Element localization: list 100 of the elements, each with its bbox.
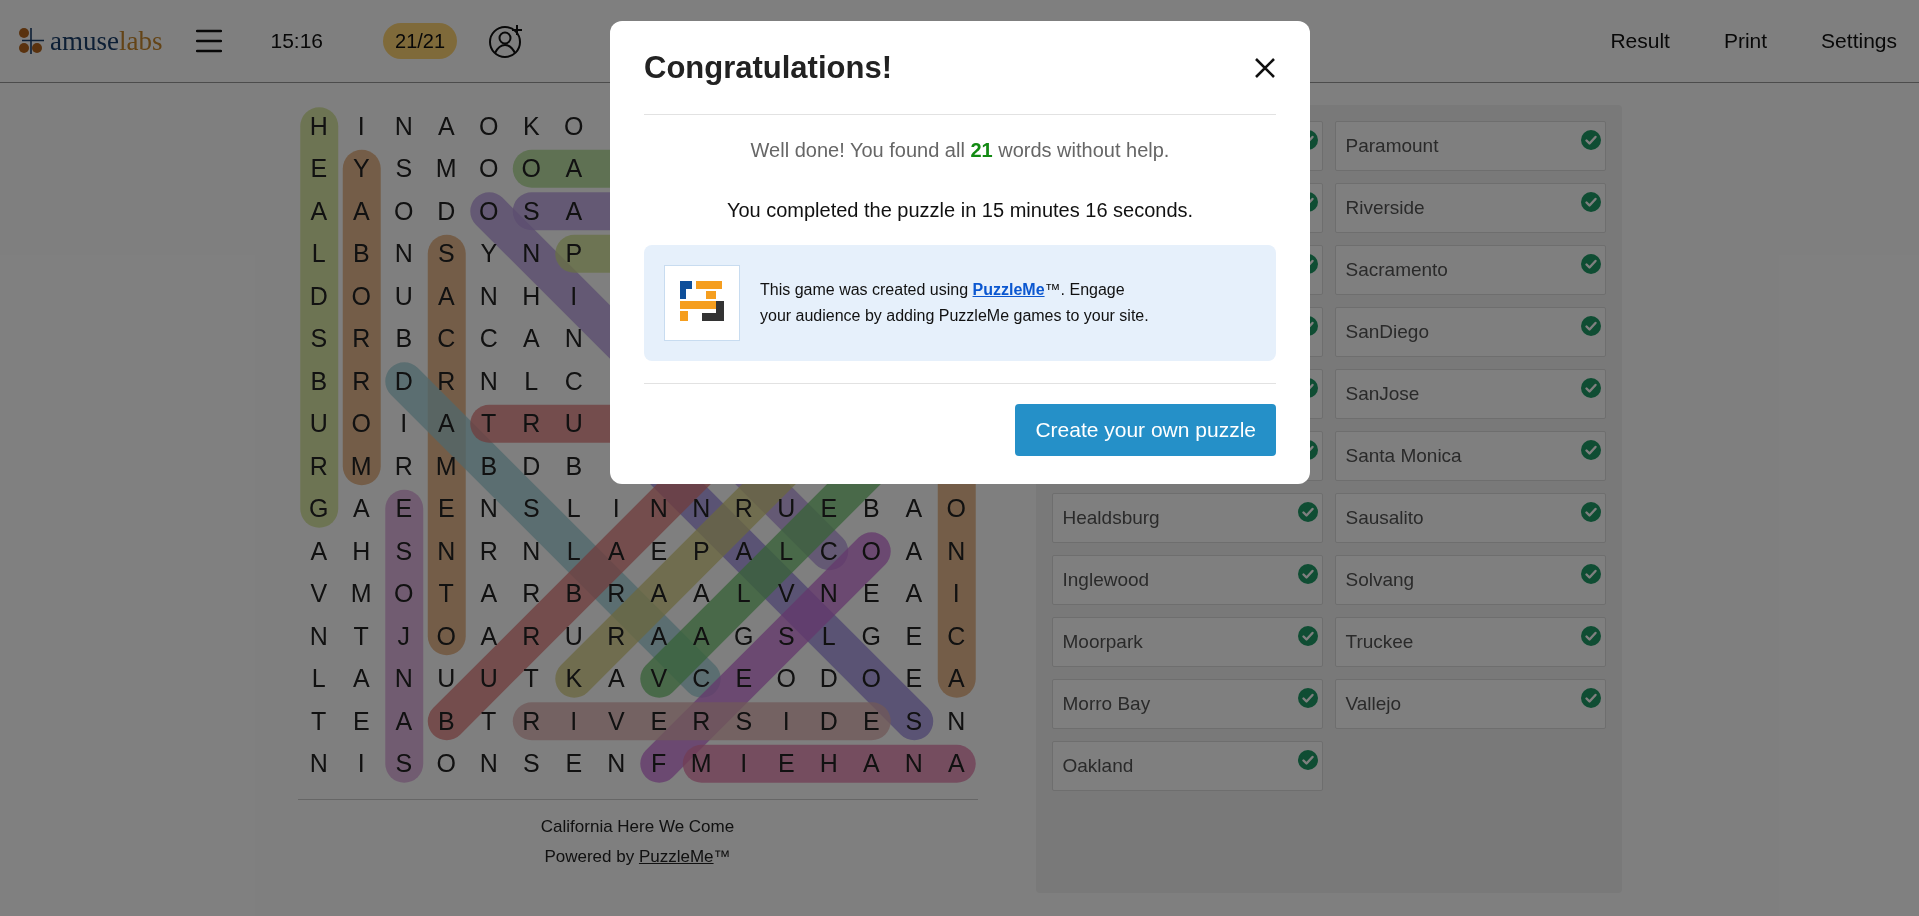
grid-letter[interactable]: A (310, 532, 328, 570)
grid-letter[interactable]: A (947, 745, 965, 783)
grid-letter[interactable]: O (436, 745, 456, 783)
grid-letter[interactable]: A (565, 192, 583, 230)
grid-letter[interactable]: N (479, 745, 498, 783)
grid-letter[interactable]: A (650, 617, 668, 655)
grid-letter[interactable]: R (522, 702, 541, 740)
grid-letter[interactable]: E (735, 660, 753, 698)
grid-letter[interactable]: E (862, 575, 880, 613)
grid-letter[interactable]: T (481, 405, 497, 443)
grid-letter[interactable]: M (435, 150, 457, 188)
grid-letter[interactable]: E (565, 745, 583, 783)
grid-letter[interactable]: D (309, 277, 328, 315)
grid-letter[interactable]: L (311, 235, 326, 273)
grid-letter[interactable]: T (353, 617, 369, 655)
grid-letter[interactable]: K (522, 107, 540, 145)
create-puzzle-button[interactable]: Create your own puzzle (1015, 403, 1276, 456)
grid-letter[interactable]: T (438, 575, 454, 613)
grid-letter[interactable]: A (310, 192, 328, 230)
grid-letter[interactable]: U (564, 405, 583, 443)
grid-letter[interactable]: O (946, 490, 966, 528)
grid-letter[interactable]: A (905, 532, 923, 570)
grid-letter[interactable]: Y (480, 235, 498, 273)
grid-letter[interactable]: N (649, 490, 668, 528)
grid-letter[interactable]: A (437, 107, 455, 145)
grid-letter[interactable]: S (522, 490, 540, 528)
grid-letter[interactable]: O (479, 150, 499, 188)
grid-letter[interactable]: N (437, 532, 456, 570)
grid-letter[interactable]: E (395, 490, 413, 528)
grid-letter[interactable]: R (437, 362, 456, 400)
grid-letter[interactable]: D (819, 702, 838, 740)
grid-letter[interactable]: C (437, 320, 456, 358)
grid-letter[interactable]: N (394, 235, 413, 273)
grid-letter[interactable]: L (736, 575, 751, 613)
grid-letter[interactable]: K (565, 660, 583, 698)
grid-letter[interactable]: N (479, 490, 498, 528)
grid-letter[interactable]: E (310, 150, 328, 188)
grid-letter[interactable]: S (395, 532, 413, 570)
grid-letter[interactable]: D (394, 362, 413, 400)
grid-letter[interactable]: F (651, 745, 667, 783)
puzzleme-link[interactable]: PuzzleMe (972, 280, 1045, 298)
grid-letter[interactable]: L (566, 532, 581, 570)
grid-letter[interactable]: E (650, 702, 668, 740)
grid-letter[interactable]: N (819, 575, 838, 613)
grid-letter[interactable]: U (479, 660, 498, 698)
grid-letter[interactable]: R (394, 447, 413, 485)
grid-letter[interactable]: A (352, 192, 370, 230)
grid-letter[interactable]: N (947, 532, 966, 570)
grid-letter[interactable]: M (690, 745, 712, 783)
grid-letter[interactable]: V (650, 660, 668, 698)
grid-letter[interactable]: I (570, 702, 578, 740)
grid-letter[interactable]: H (352, 532, 371, 570)
grid-letter[interactable]: N (692, 490, 711, 528)
grid-letter[interactable]: A (607, 532, 625, 570)
grid-letter[interactable]: N (947, 702, 966, 740)
grid-letter[interactable]: S (777, 617, 795, 655)
grid-letter[interactable]: L (566, 490, 581, 528)
grid-letter[interactable]: I (357, 745, 365, 783)
grid-letter[interactable]: G (861, 617, 881, 655)
grid-letter[interactable]: S (310, 320, 328, 358)
grid-letter[interactable]: O (861, 532, 881, 570)
grid-letter[interactable]: N (394, 660, 413, 698)
grid-letter[interactable]: O (564, 107, 584, 145)
grid-letter[interactable]: C (564, 362, 583, 400)
grid-letter[interactable]: N (607, 745, 626, 783)
grid-letter[interactable]: R (522, 405, 541, 443)
grid-letter[interactable]: N (564, 320, 583, 358)
grid-letter[interactable]: B (565, 575, 583, 613)
grid-letter[interactable]: I (570, 277, 578, 315)
grid-letter[interactable]: E (777, 745, 795, 783)
grid-letter[interactable]: C (947, 617, 966, 655)
grid-letter[interactable]: J (397, 617, 410, 655)
grid-letter[interactable]: O (479, 107, 499, 145)
nav-link[interactable]: Settings (1821, 25, 1897, 57)
grid-letter[interactable]: V (310, 575, 328, 613)
grid-letter[interactable]: B (862, 490, 880, 528)
grid-letter[interactable]: R (352, 320, 371, 358)
grid-letter[interactable]: O (351, 277, 371, 315)
grid-letter[interactable]: H (522, 277, 541, 315)
grid-letter[interactable]: A (437, 405, 455, 443)
grid-letter[interactable]: D (437, 192, 456, 230)
grid-letter[interactable]: O (436, 617, 456, 655)
grid-letter[interactable]: N (479, 362, 498, 400)
grid-letter[interactable]: A (395, 702, 413, 740)
logo-text[interactable]: amuselabs (50, 27, 163, 55)
grid-letter[interactable]: R (522, 575, 541, 613)
grid-letter[interactable]: D (819, 660, 838, 698)
grid-letter[interactable]: O (394, 192, 414, 230)
grid-letter[interactable]: R (692, 702, 711, 740)
grid-letter[interactable]: P (565, 235, 583, 273)
grid-letter[interactable]: B (310, 362, 328, 400)
grid-letter[interactable]: A (735, 532, 753, 570)
grid-letter[interactable]: O (521, 150, 541, 188)
grid-letter[interactable]: A (692, 575, 710, 613)
grid-letter[interactable]: N (522, 532, 541, 570)
grid-letter[interactable]: V (607, 702, 625, 740)
grid-letter[interactable]: B (437, 702, 455, 740)
grid-letter[interactable]: N (904, 745, 923, 783)
grid-letter[interactable]: I (782, 702, 790, 740)
grid-letter[interactable]: B (565, 447, 583, 485)
